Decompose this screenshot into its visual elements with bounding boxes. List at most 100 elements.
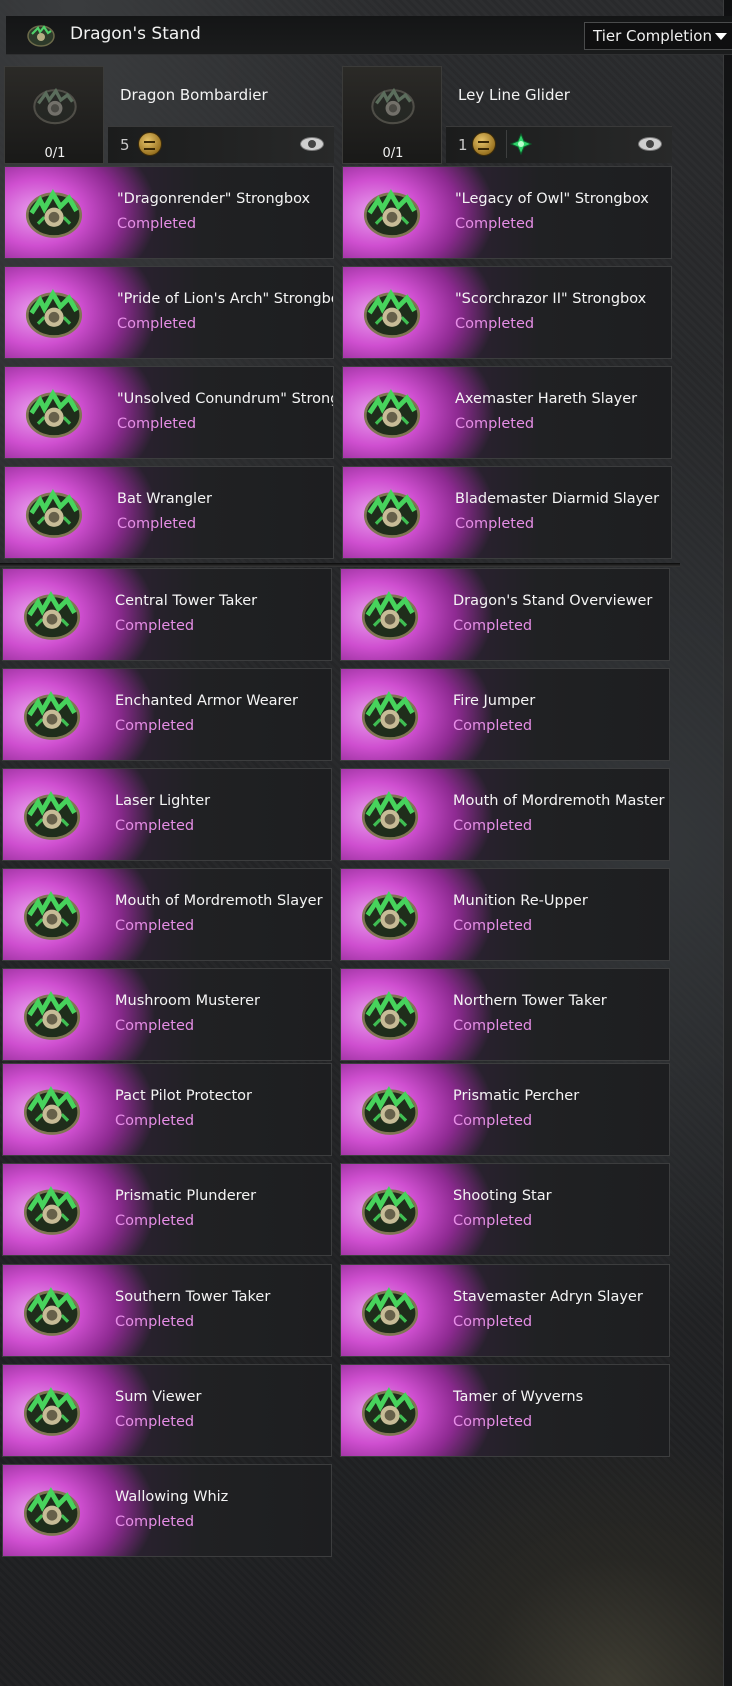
achievement-status: Completed (455, 516, 535, 532)
achievement-card[interactable]: Mushroom Musterer Completed (2, 968, 332, 1061)
view-mode-dropdown[interactable]: Tier Completion (584, 22, 732, 50)
achievement-card[interactable]: Southern Tower Taker Completed (2, 1264, 332, 1357)
achievement-emblem-icon (371, 87, 415, 125)
tracked-achievement[interactable]: 0/1 Dragon Bombardier 5 (4, 66, 334, 164)
achievement-emblem-icon (359, 1283, 421, 1343)
achievement-card[interactable]: Stavemaster Adryn Slayer Completed (340, 1264, 670, 1357)
achievement-name: Shooting Star (453, 1188, 552, 1204)
achievement-name: "Scorchrazor II" Strongbox (455, 291, 647, 307)
scrollbar[interactable] (723, 0, 732, 1686)
achievement-card[interactable]: Sum Viewer Completed (2, 1364, 332, 1457)
achievement-card[interactable]: Shooting Star Completed (340, 1163, 670, 1256)
achievement-name: Central Tower Taker (115, 593, 258, 609)
achievement-status: Completed (115, 1018, 195, 1034)
achievement-name: Mouth of Mordremoth Master (453, 793, 665, 809)
achievement-emblem-icon (23, 485, 85, 545)
achievement-name: Tamer of Wyverns (453, 1389, 584, 1405)
achievement-card[interactable]: "Scorchrazor II" Strongbox Completed (342, 266, 672, 359)
achievement-name: "Dragonrender" Strongbox (117, 191, 311, 207)
achievement-card[interactable]: Northern Tower Taker Completed (340, 968, 670, 1061)
achievement-emblem-icon (359, 787, 421, 847)
green-gem-icon (506, 130, 535, 158)
achievement-status: Completed (453, 818, 533, 834)
progress-count: 0/1 (44, 146, 66, 161)
achievement-card[interactable]: Tamer of Wyverns Completed (340, 1364, 670, 1457)
achievement-card[interactable]: "Dragonrender" Strongbox Completed (4, 166, 334, 259)
achievement-status: Completed (453, 618, 533, 634)
achievement-name: Bat Wrangler (117, 491, 212, 507)
achievement-thumbnail: 0/1 (4, 66, 104, 164)
achievement-card[interactable]: Bat Wrangler Completed (4, 466, 334, 559)
achievement-card[interactable]: Enchanted Armor Wearer Completed (2, 668, 332, 761)
achievement-status: Completed (115, 818, 195, 834)
achievement-card[interactable]: Pact Pilot Protector Completed (2, 1063, 332, 1156)
achievement-name: Northern Tower Taker (453, 993, 607, 1009)
achievement-name: Prismatic Plunderer (115, 1188, 257, 1204)
mastery-coin-icon (138, 132, 162, 156)
achievement-thumbnail: 0/1 (342, 66, 442, 164)
achievement-emblem-icon (361, 485, 423, 545)
achievement-card[interactable]: "Legacy of Owl" Strongbox Completed (342, 166, 672, 259)
achievement-status: Completed (453, 1113, 533, 1129)
achievement-card[interactable]: Mouth of Mordremoth Slayer Completed (2, 868, 332, 961)
tracked-achievement[interactable]: 0/1 Ley Line Glider 1 (342, 66, 672, 164)
achievement-status: Completed (115, 1113, 195, 1129)
category-title: Dragon's Stand (70, 24, 201, 44)
achievement-emblem-icon (23, 385, 85, 445)
achievement-emblem-icon (21, 587, 83, 647)
achievement-card[interactable]: "Pride of Lion's Arch" Strongbox Complete… (4, 266, 334, 359)
achievement-emblem-icon (23, 185, 85, 245)
achievement-emblem-icon (361, 185, 423, 245)
achievement-name: Axemaster Hareth Slayer (455, 391, 638, 407)
mastery-coin-icon (472, 132, 496, 156)
achievement-status: Completed (453, 1213, 533, 1229)
achievement-status: Completed (453, 1414, 533, 1430)
achievement-card[interactable]: Axemaster Hareth Slayer Completed (342, 366, 672, 459)
achievement-name: Ley Line Glider (458, 86, 570, 104)
screenshot-seam-divider (0, 563, 680, 567)
achievement-emblem-icon (359, 1182, 421, 1242)
achievement-status: Completed (115, 1213, 195, 1229)
achievement-name: Dragon Bombardier (120, 86, 268, 104)
achievement-card[interactable]: Prismatic Plunderer Completed (2, 1163, 332, 1256)
achievement-emblem-icon (359, 687, 421, 747)
achievement-name: Munition Re-Upper (453, 893, 588, 909)
achievement-card[interactable]: Mouth of Mordremoth Master Completed (340, 768, 670, 861)
track-eye-icon[interactable] (300, 137, 324, 151)
achievement-card[interactable]: Laser Lighter Completed (2, 768, 332, 861)
track-eye-icon[interactable] (638, 137, 662, 151)
achievement-name: Blademaster Diarmid Slayer (455, 491, 660, 507)
achievement-status: Completed (115, 1314, 195, 1330)
achievement-status: Completed (115, 918, 195, 934)
achievement-emblem-icon (23, 285, 85, 345)
achievement-emblem-icon (359, 887, 421, 947)
achievement-card[interactable]: Prismatic Percher Completed (340, 1063, 670, 1156)
progress-count: 0/1 (382, 146, 404, 161)
achievement-card[interactable]: Central Tower Taker Completed (2, 568, 332, 661)
achievement-name: Mouth of Mordremoth Slayer (115, 893, 323, 909)
achievement-status: Completed (453, 1018, 533, 1034)
achievement-emblem-icon (21, 987, 83, 1047)
dropdown-selected-label: Tier Completion (593, 27, 712, 45)
achievement-name: Sum Viewer (115, 1389, 202, 1405)
achievement-card[interactable]: Wallowing Whiz Completed (2, 1464, 332, 1557)
achievement-card[interactable]: Fire Jumper Completed (340, 668, 670, 761)
achievement-name: Enchanted Armor Wearer (115, 693, 299, 709)
achievement-name: Mushroom Musterer (115, 993, 260, 1009)
achievement-card[interactable]: Dragon's Stand Overviewer Completed (340, 568, 670, 661)
achievement-emblem-icon (21, 1283, 83, 1343)
achievement-name: Southern Tower Taker (115, 1289, 271, 1305)
achievement-name: Laser Lighter (115, 793, 211, 809)
achievement-emblem-icon (361, 385, 423, 445)
achievement-name: "Pride of Lion's Arch" Strongbox (117, 291, 334, 307)
achievement-emblem-icon (21, 1182, 83, 1242)
chevron-down-icon (715, 32, 727, 40)
achievement-name: Wallowing Whiz (115, 1489, 229, 1505)
achievement-name: Prismatic Percher (453, 1088, 580, 1104)
achievement-card[interactable]: "Unsolved Conundrum" Strongbox Completed (4, 366, 334, 459)
category-header: Dragon's Stand Tier Completion (6, 16, 732, 55)
achievement-emblem-icon (21, 1483, 83, 1543)
achievement-card[interactable]: Blademaster Diarmid Slayer Completed (342, 466, 672, 559)
achievement-status: Completed (115, 718, 195, 734)
achievement-card[interactable]: Munition Re-Upper Completed (340, 868, 670, 961)
